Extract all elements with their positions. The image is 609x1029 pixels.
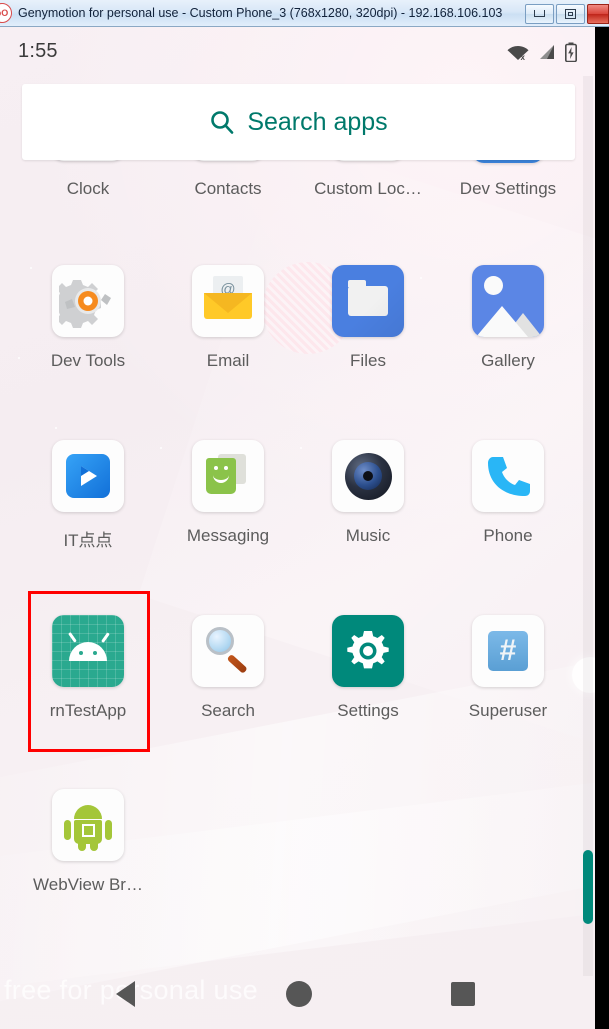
back-triangle-icon[interactable] bbox=[116, 981, 135, 1007]
folder-tab bbox=[348, 280, 366, 287]
play-triangle-icon bbox=[81, 466, 97, 486]
app-label: Contacts bbox=[194, 179, 262, 198]
gear-art bbox=[347, 631, 389, 669]
superuser-hash-icon: # bbox=[472, 615, 544, 687]
android-leg bbox=[90, 842, 98, 851]
app-cell-files[interactable]: Files bbox=[298, 265, 438, 371]
maximize-icon bbox=[565, 8, 576, 19]
app-label: Custom Loc… bbox=[314, 179, 422, 198]
app-drawer-scrollbar-track[interactable] bbox=[583, 76, 593, 976]
app-label: IT点点 bbox=[63, 531, 113, 550]
speaker-center bbox=[363, 471, 373, 481]
envelope-art: @ bbox=[204, 276, 252, 319]
messaging-chat-icon bbox=[192, 440, 264, 512]
messaging-mouth bbox=[213, 475, 229, 483]
play-badge bbox=[66, 454, 110, 498]
rntestapp-android-icon bbox=[52, 615, 124, 687]
gallery-sun bbox=[484, 276, 503, 295]
envelope-flap bbox=[204, 293, 252, 313]
speaker-outer bbox=[344, 452, 392, 500]
app-cell-clock[interactable]: Clock bbox=[18, 161, 158, 199]
app-label: Email bbox=[206, 351, 250, 370]
android-arm bbox=[105, 820, 112, 840]
device-frame-gutter bbox=[595, 27, 609, 1029]
files-folder-icon bbox=[332, 265, 404, 337]
magnifier-handle bbox=[226, 653, 248, 674]
messaging-eye bbox=[224, 466, 228, 470]
app-label: Messaging bbox=[186, 526, 270, 545]
android-eye bbox=[79, 651, 83, 655]
app-cell-custom-locale[interactable]: Custom Loc… bbox=[298, 161, 438, 199]
home-circle-icon[interactable] bbox=[286, 981, 312, 1007]
app-label: Search bbox=[201, 701, 255, 720]
app-label: Gallery bbox=[481, 351, 535, 370]
maximize-button[interactable] bbox=[556, 3, 585, 24]
magnifier-lens bbox=[206, 627, 234, 655]
gallery-mountain-front bbox=[476, 306, 528, 337]
app-label: Phone bbox=[483, 526, 533, 545]
android-arm bbox=[64, 820, 71, 840]
app-cell-dev-tools[interactable]: Dev Tools bbox=[18, 265, 158, 371]
app-drawer-grid: Clock Contacts Custom Loc… Dev Settings bbox=[0, 27, 595, 1029]
app-cell-search[interactable]: Search bbox=[158, 615, 298, 721]
dev-tools-gear-icon bbox=[52, 265, 124, 337]
search-icon bbox=[211, 111, 234, 134]
speaker-cone bbox=[354, 462, 382, 490]
app-cell-messaging[interactable]: Messaging bbox=[158, 440, 298, 546]
search-magnifier-icon bbox=[192, 615, 264, 687]
search-apps-label: Search apps bbox=[247, 107, 388, 136]
app-cell-superuser[interactable]: # Superuser bbox=[438, 615, 578, 721]
email-envelope-icon: @ bbox=[192, 265, 264, 337]
app-cell-gallery[interactable]: Gallery bbox=[438, 265, 578, 371]
app-cell-contacts[interactable]: Contacts bbox=[158, 161, 298, 199]
app-cell-it-diandian[interactable]: IT点点 bbox=[18, 440, 158, 551]
app-label: Files bbox=[350, 351, 386, 370]
music-speaker-icon bbox=[332, 440, 404, 512]
app-label: Music bbox=[345, 526, 391, 545]
app-cell-rntestapp[interactable]: rnTestApp bbox=[18, 615, 158, 721]
superuser-badge: # bbox=[488, 631, 528, 671]
app-cell-phone[interactable]: Phone bbox=[438, 440, 578, 546]
app-label: rnTestApp bbox=[49, 701, 127, 720]
cube-icon bbox=[82, 824, 95, 837]
android-leg bbox=[78, 842, 86, 851]
folder-art bbox=[348, 280, 388, 316]
close-button[interactable] bbox=[587, 3, 609, 24]
app-cell-dev-settings[interactable]: Dev Settings bbox=[438, 161, 578, 199]
app-drawer-scrollbar-thumb[interactable] bbox=[583, 850, 593, 924]
gallery-photo-icon bbox=[472, 265, 544, 337]
app-cell-email[interactable]: @ Email bbox=[158, 265, 298, 371]
app-label: WebView Br… bbox=[33, 875, 143, 894]
phone-handset-icon bbox=[472, 440, 544, 512]
android-navigation-bar bbox=[0, 959, 595, 1029]
messaging-eye bbox=[214, 466, 218, 470]
webview-browser-android-icon bbox=[52, 789, 124, 861]
android-head bbox=[74, 805, 102, 819]
app-cell-webview-browser[interactable]: WebView Br… bbox=[18, 789, 158, 895]
search-apps-bar[interactable]: Search apps bbox=[22, 84, 575, 160]
minimize-icon bbox=[534, 10, 545, 17]
android-eye bbox=[93, 651, 97, 655]
app-label: Clock bbox=[66, 179, 110, 198]
recents-square-icon[interactable] bbox=[451, 982, 475, 1006]
app-label: Superuser bbox=[468, 701, 548, 720]
handset-art bbox=[488, 457, 530, 496]
app-cell-music[interactable]: Music bbox=[298, 440, 438, 546]
minimize-button[interactable] bbox=[525, 3, 554, 24]
app-label: Dev Tools bbox=[50, 351, 126, 370]
messaging-bubble bbox=[206, 458, 236, 494]
app-label: Dev Settings bbox=[459, 179, 557, 198]
app-cell-settings[interactable]: Settings bbox=[298, 615, 438, 721]
android-device-screen: 1:55 x Clock Contacts Custom Loc… Dev Se… bbox=[0, 27, 595, 1029]
settings-gear-icon bbox=[332, 615, 404, 687]
app-label: Settings bbox=[337, 701, 399, 720]
genymotion-logo-icon: oO bbox=[0, 3, 12, 23]
window-title-bar[interactable]: oO Genymotion for personal use - Custom … bbox=[0, 0, 609, 27]
it-diandian-play-icon bbox=[52, 440, 124, 512]
window-title: Genymotion for personal use - Custom Pho… bbox=[18, 6, 503, 20]
